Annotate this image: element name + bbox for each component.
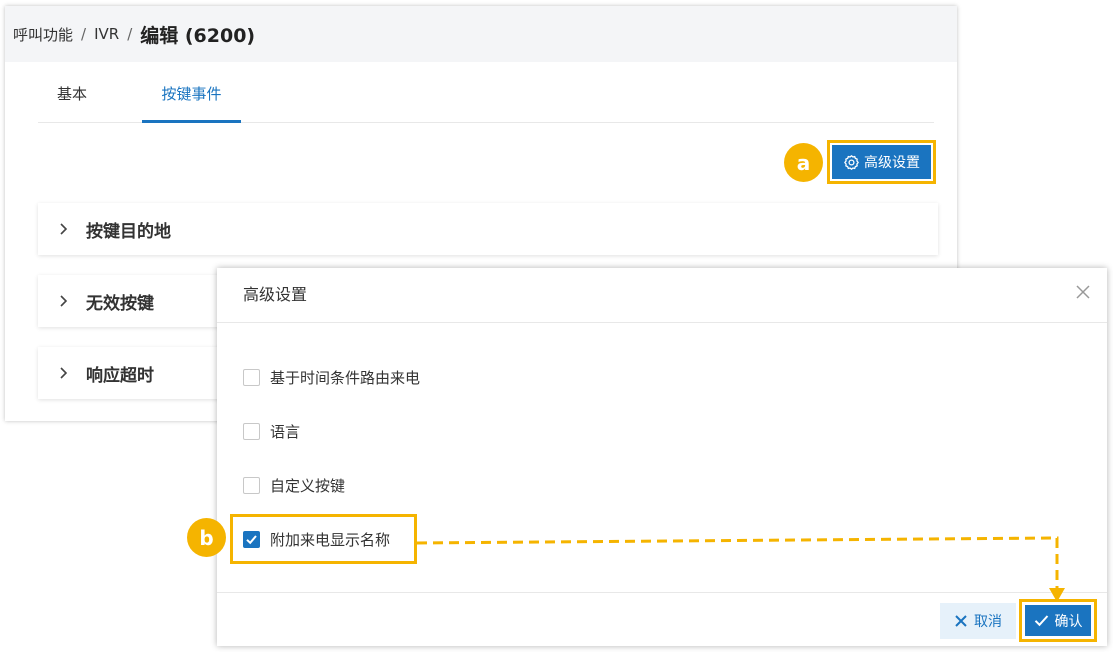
- highlight-frame-advanced: 高级设置: [827, 140, 936, 184]
- dialog-footer-divider: [217, 592, 1107, 593]
- screen: 呼叫功能 / IVR / 编辑 (6200) 基本 按键事件 按键目的地 无效按…: [0, 0, 1113, 652]
- highlight-frame-confirm: 确认: [1019, 599, 1097, 642]
- breadcrumb: 呼叫功能 / IVR / 编辑 (6200): [5, 6, 957, 62]
- confirm-button[interactable]: 确认: [1025, 605, 1091, 636]
- checkbox-unchecked[interactable]: [243, 476, 260, 494]
- option-label: 基于时间条件路由来电: [270, 368, 421, 387]
- cancel-button[interactable]: 取消: [940, 603, 1016, 639]
- confirm-label: 确认: [1054, 612, 1083, 629]
- option-append-caller-id-name[interactable]: 附加来电显示名称: [243, 527, 390, 551]
- chevron-right-icon: [60, 367, 68, 379]
- close-icon: [955, 615, 967, 627]
- chevron-right-icon: [60, 295, 68, 307]
- section-key-destination[interactable]: 按键目的地: [38, 203, 938, 255]
- section-label: 按键目的地: [86, 221, 171, 242]
- breadcrumb-separator: /: [127, 25, 133, 43]
- option-language[interactable]: 语言: [243, 419, 300, 443]
- dialog-title: 高级设置: [243, 285, 308, 304]
- option-label: 自定义按键: [270, 476, 346, 495]
- gear-icon: [844, 154, 859, 170]
- checkbox-checked[interactable]: [243, 530, 260, 548]
- section-label: 响应超时: [86, 365, 154, 386]
- checkmark-icon: [246, 534, 257, 544]
- breadcrumb-item-ivr[interactable]: IVR: [94, 25, 119, 43]
- annotation-badge-b: b: [187, 518, 226, 557]
- chevron-right-icon: [60, 223, 68, 235]
- breadcrumb-item-call-features[interactable]: 呼叫功能: [13, 24, 73, 45]
- option-label: 语言: [270, 422, 301, 441]
- cancel-label: 取消: [974, 613, 1002, 629]
- advanced-settings-dialog: 高级设置 基于时间条件路由来电 语言 自定义按键 附加来电显示名称 取消 确认: [217, 268, 1107, 646]
- breadcrumb-separator: /: [81, 25, 87, 43]
- checkmark-icon: [1034, 615, 1048, 627]
- page-title: 编辑 (6200): [140, 24, 256, 47]
- option-custom-keys[interactable]: 自定义按键: [243, 473, 345, 497]
- advanced-settings-label: 高级设置: [864, 154, 920, 170]
- annotation-badge-a: a: [784, 143, 823, 182]
- option-label: 附加来电显示名称: [270, 530, 391, 549]
- checkbox-unchecked[interactable]: [243, 422, 260, 440]
- tab-bar: 基本 按键事件: [38, 72, 934, 123]
- tab-key-events[interactable]: 按键事件: [142, 72, 241, 123]
- advanced-settings-button[interactable]: 高级设置: [832, 145, 931, 179]
- highlight-frame-caller-name: 附加来电显示名称: [230, 514, 417, 564]
- checkbox-unchecked[interactable]: [243, 368, 260, 386]
- tab-basic[interactable]: 基本: [38, 72, 106, 123]
- dialog-header: 高级设置: [217, 268, 1107, 323]
- option-time-based-routing[interactable]: 基于时间条件路由来电: [243, 365, 420, 389]
- close-icon[interactable]: [1073, 282, 1093, 302]
- section-label: 无效按键: [86, 293, 154, 314]
